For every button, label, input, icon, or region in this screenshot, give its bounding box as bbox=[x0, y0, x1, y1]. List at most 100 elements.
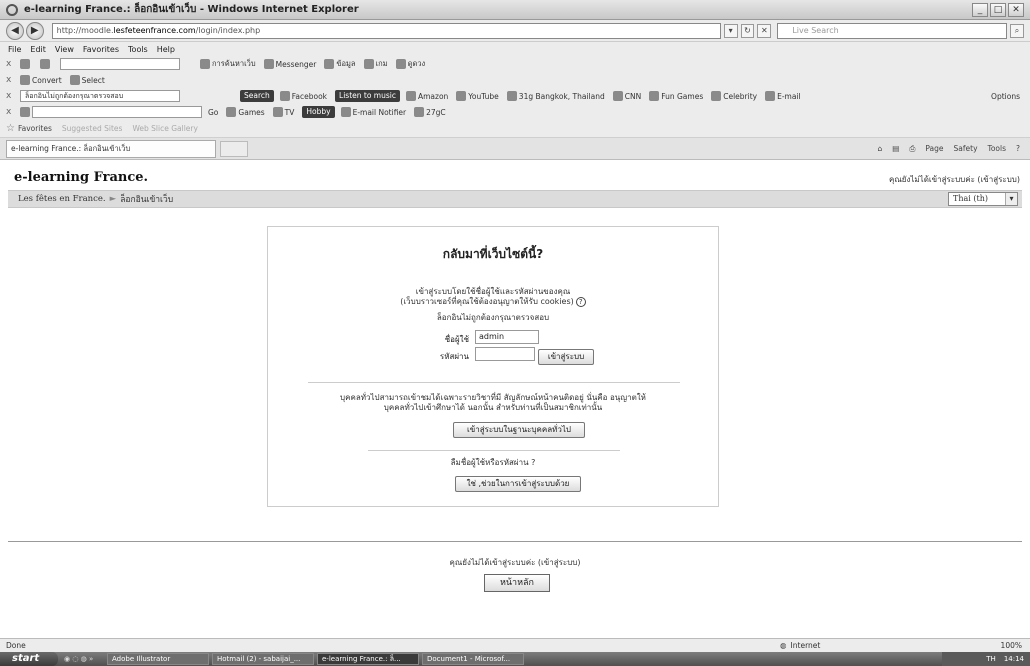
amazon-button[interactable]: Amazon bbox=[405, 91, 448, 101]
security-zone: ◍ Internet bbox=[780, 641, 821, 650]
new-tab-button[interactable] bbox=[220, 140, 248, 157]
zoom-level[interactable]: 100% bbox=[940, 641, 1030, 650]
help-icon[interactable]: ? bbox=[1016, 144, 1020, 154]
toolbar3-search-button[interactable]: Search bbox=[240, 90, 274, 102]
close-button[interactable]: ✕ bbox=[1008, 2, 1024, 17]
dropdown-icon[interactable]: ▾ bbox=[723, 23, 738, 38]
live-search-input[interactable]: Live Search bbox=[777, 22, 1008, 39]
menu-favorites[interactable]: Favorites bbox=[83, 45, 119, 54]
web-search-button[interactable]: การค้นหาเว็บ bbox=[200, 58, 256, 70]
breadcrumb-home-link[interactable]: Les fêtes en France. bbox=[18, 194, 106, 204]
fortune-button[interactable]: ดูดวง bbox=[395, 58, 425, 70]
youtube-button[interactable]: YouTube bbox=[456, 91, 499, 101]
weather-icon bbox=[506, 91, 517, 101]
go-button[interactable]: Go bbox=[208, 108, 218, 117]
tab-elearning[interactable]: e-learning France.: ล็อกอินเข้าเว็บ bbox=[6, 139, 216, 158]
tools-menu[interactable]: Tools bbox=[988, 144, 1006, 154]
convert-button[interactable]: Convert bbox=[20, 75, 62, 85]
messenger-button[interactable]: Messenger bbox=[263, 59, 316, 69]
feeds-icon[interactable]: ▤ bbox=[892, 144, 899, 154]
email-notifier-icon bbox=[340, 107, 351, 117]
select-button[interactable]: Select bbox=[69, 75, 105, 85]
page-menu[interactable]: Page bbox=[925, 144, 943, 154]
email-notifier-button[interactable]: E-mail Notifier bbox=[340, 107, 406, 117]
news-button[interactable]: ข้อมูล bbox=[324, 58, 356, 70]
taskbar-item-document[interactable]: Document1 - Microsof... bbox=[422, 653, 524, 665]
forgot-text: ลืมชื่อผู้ใช้หรือรหัสผ่าน ? bbox=[450, 458, 536, 467]
address-input[interactable]: http://moodle. lesfeteenfrance.com/login/… bbox=[51, 22, 721, 39]
breadcrumb-current: ล็อกอินเข้าเว็บ bbox=[120, 195, 174, 205]
listen-music-button[interactable]: Listen to music bbox=[335, 90, 400, 102]
username-input[interactable]: admin bbox=[475, 330, 539, 344]
close-toolbar-icon[interactable]: x bbox=[6, 59, 16, 69]
fun-games-button[interactable]: Fun Games bbox=[649, 91, 703, 101]
favorites-bar: ☆ Favorites Suggested Sites Web Slice Ga… bbox=[0, 120, 1030, 138]
guest-text-line1: บุคคลทั่วไปสามารถเข้าชมได้เฉพาะรายวิชาที… bbox=[340, 393, 646, 402]
quick-launch[interactable]: ◉ ◌ ◍ » bbox=[64, 655, 104, 663]
footer-login-state[interactable]: คุณยังไม่ได้เข้าสู่ระบบค่ะ (เข้าสู่ระบบ) bbox=[0, 556, 1030, 569]
password-input[interactable] bbox=[475, 347, 535, 361]
tv-button[interactable]: TV bbox=[272, 107, 294, 117]
options-button[interactable]: Options bbox=[991, 92, 1020, 101]
menu-view[interactable]: View bbox=[55, 45, 74, 54]
language-indicator[interactable]: TH bbox=[986, 655, 996, 663]
start-button[interactable]: start bbox=[0, 652, 58, 666]
taskbar-item-elearning[interactable]: e-learning France.: ล็... bbox=[317, 653, 419, 665]
cnn-icon bbox=[612, 91, 623, 101]
email-button[interactable]: E-mail bbox=[765, 91, 801, 101]
toolbar-search-input[interactable] bbox=[60, 58, 180, 70]
web-slice-gallery-link[interactable]: Web Slice Gallery bbox=[132, 124, 198, 133]
password-label: รหัสผ่าน bbox=[439, 352, 469, 361]
menu-help[interactable]: Help bbox=[157, 45, 175, 54]
amazon-icon bbox=[405, 91, 416, 101]
print-icon[interactable]: ⎙ bbox=[909, 144, 915, 154]
help-icon[interactable]: ? bbox=[575, 297, 586, 307]
close-toolbar-icon[interactable]: x bbox=[6, 91, 16, 101]
menu-tools[interactable]: Tools bbox=[128, 45, 148, 54]
toolbar4-search-input[interactable] bbox=[32, 106, 202, 118]
stop-icon[interactable]: ✕ bbox=[757, 23, 772, 38]
clock: 14:14 bbox=[1003, 655, 1024, 663]
games-button[interactable]: Games bbox=[226, 107, 265, 117]
maximize-button[interactable]: □ bbox=[990, 2, 1006, 17]
cnn-button[interactable]: CNN bbox=[612, 91, 641, 101]
username-label: ชื่อผู้ใช้ bbox=[444, 335, 469, 344]
toolbar3-search-input[interactable]: ล็อกอินไม่ถูกต้องกรุณาตรวจสอบ bbox=[20, 90, 180, 102]
tab-bar: e-learning France.: ล็อกอินเข้าเว็บ ⌂ ▤ … bbox=[0, 138, 1030, 160]
taskbar-item-illustrator[interactable]: Adobe Illustrator bbox=[107, 653, 209, 665]
guest-login-button[interactable]: เข้าสู่ระบบในฐานะบุคคลทั่วไป bbox=[453, 422, 585, 438]
home-icon[interactable]: ⌂ bbox=[878, 144, 883, 154]
suggested-sites-link[interactable]: Suggested Sites bbox=[62, 124, 123, 133]
celebrity-button[interactable]: Celebrity bbox=[711, 91, 757, 101]
search-icon[interactable]: ⌕ bbox=[1010, 23, 1024, 38]
address-bar-row: ◀ ▶ http://moodle. lesfeteenfrance.com/lo… bbox=[0, 20, 1030, 42]
taskbar-item-hotmail[interactable]: Hotmail (2) - sabaijai_... bbox=[212, 653, 314, 665]
temperature-button[interactable]: 27gC bbox=[414, 107, 446, 117]
close-toolbar-icon[interactable]: x bbox=[6, 107, 16, 117]
celebrity-icon bbox=[711, 91, 722, 101]
hobby-button[interactable]: Hobby bbox=[302, 106, 335, 118]
language-select[interactable]: Thai (th) ▾ bbox=[948, 192, 1018, 206]
menu-edit[interactable]: Edit bbox=[30, 45, 46, 54]
yahoo-logo-icon bbox=[20, 59, 30, 69]
favorites-button[interactable]: Favorites bbox=[18, 124, 52, 133]
minimize-button[interactable]: _ bbox=[972, 2, 988, 17]
divider bbox=[368, 450, 620, 451]
back-button[interactable]: ◀ bbox=[6, 21, 24, 40]
login-button[interactable]: เข้าสู่ระบบ bbox=[538, 349, 594, 365]
close-toolbar-icon[interactable]: x bbox=[6, 75, 16, 85]
login-state-text[interactable]: คุณยังไม่ได้เข้าสู่ระบบค่ะ (เข้าสู่ระบบ) bbox=[889, 173, 1020, 186]
email-icon bbox=[765, 91, 776, 101]
games-button[interactable]: เกม bbox=[363, 58, 388, 70]
weather-button[interactable]: 31g Bangkok, Thailand bbox=[506, 91, 605, 101]
media-toolbar: x Go Games TV Hobby E-mail Notifier 27gC bbox=[0, 104, 1030, 120]
safety-menu[interactable]: Safety bbox=[954, 144, 978, 154]
command-bar: ⌂ ▤ ⎙ Page Safety Tools ? bbox=[878, 144, 1021, 154]
forward-button[interactable]: ▶ bbox=[25, 21, 44, 40]
home-button[interactable]: หน้าหลัก bbox=[484, 574, 550, 592]
forgot-password-button[interactable]: ใช่ ,ช่วยในการเข้าสู่ระบบด้วย bbox=[455, 476, 581, 492]
menu-file[interactable]: File bbox=[8, 45, 21, 54]
status-text: Done bbox=[6, 641, 26, 650]
facebook-button[interactable]: Facebook bbox=[279, 91, 327, 101]
refresh-icon[interactable]: ↻ bbox=[740, 23, 755, 38]
